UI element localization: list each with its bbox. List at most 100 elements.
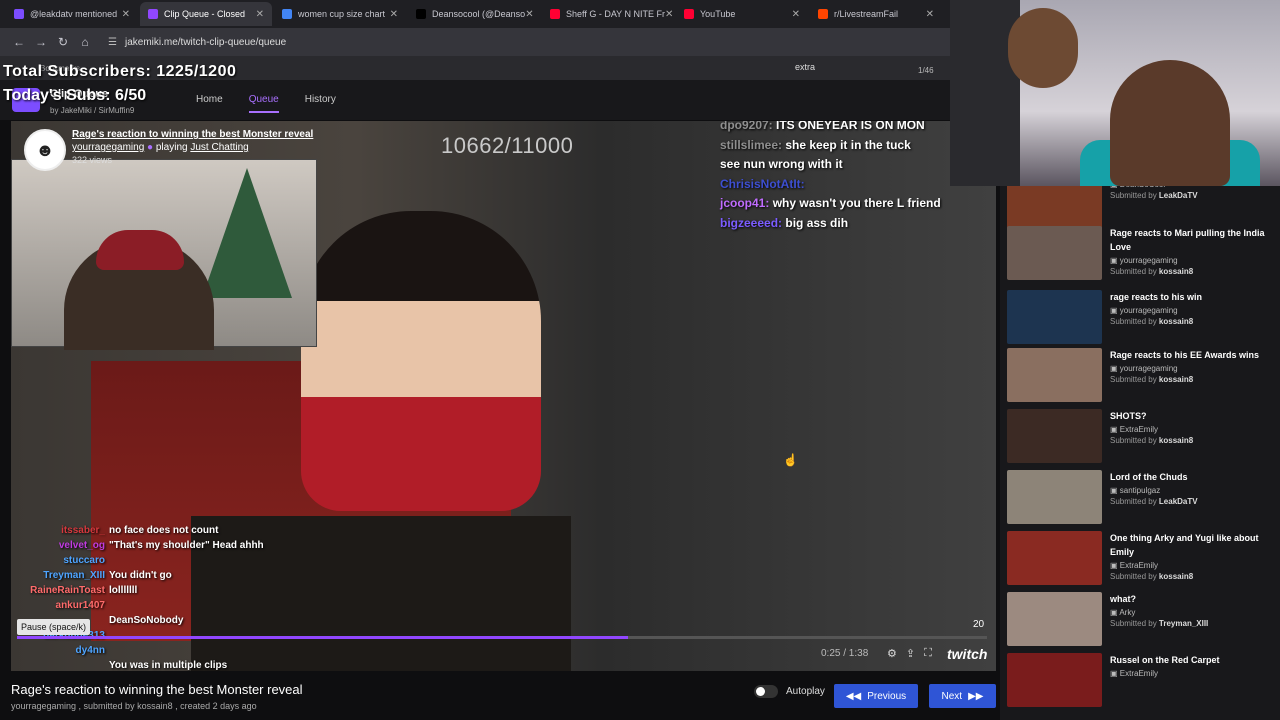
site-info-icon[interactable]: ☰ xyxy=(108,37,117,48)
tab-close-icon[interactable]: ✕ xyxy=(926,9,934,20)
queue-item[interactable]: Rage reacts to his EE Awards wins ▣ yourr… xyxy=(1007,348,1277,406)
queue-thumbnail[interactable] xyxy=(1007,531,1102,585)
tab-label: @leakdatv mentioned xyxy=(30,9,118,19)
autoplay-switch[interactable] xyxy=(754,685,778,698)
queue-item-title: Rage reacts to his EE Awards wins xyxy=(1110,350,1260,360)
queue-item[interactable]: Russel on the Red Carpet ▣ ExtraEmily xyxy=(1007,653,1277,711)
chat-message: ChrisisNotAtIt: xyxy=(720,175,941,195)
browser-tab[interactable]: Clip Queue - Closed ✕ xyxy=(140,2,272,26)
browser-tab[interactable]: Deansocool (@Deanso ✕ xyxy=(408,2,540,26)
chat-username[interactable]: velvet_og xyxy=(11,538,105,553)
settings-icon[interactable]: ⚙ xyxy=(887,647,897,660)
browser-tab[interactable]: Sheff G - DAY N NITE Fr ✕ xyxy=(542,2,674,26)
tab-close-icon[interactable]: ✕ xyxy=(390,9,398,20)
chat-username[interactable]: ankur1407 xyxy=(11,598,105,613)
previous-button[interactable]: ◀◀ Previous xyxy=(834,684,918,708)
webcam-wall-panel xyxy=(950,0,1020,186)
nav-home[interactable]: Home xyxy=(196,94,223,113)
next-button[interactable]: Next ▶▶ xyxy=(929,684,996,708)
verified-icon: ● xyxy=(147,142,154,153)
twitch-logo[interactable]: twitch xyxy=(947,646,987,662)
clip-header: ☻ Rage's reaction to winning the best Mo… xyxy=(24,129,313,171)
queue-thumbnail[interactable] xyxy=(1007,470,1102,524)
browser-tab[interactable]: women cup size chart ✕ xyxy=(274,2,406,26)
fullscreen-icon[interactable]: ⛶ xyxy=(924,647,932,660)
tab-close-icon[interactable]: ✕ xyxy=(256,9,264,20)
browser-tab[interactable]: r/LivestreamFail ✕ xyxy=(810,2,942,26)
queue-item-channel: ▣ yourragegaming xyxy=(1110,364,1178,373)
next-icon: ▶▶ xyxy=(968,690,984,702)
seek-bar[interactable] xyxy=(17,636,987,639)
chat-username[interactable]: Treyman_XIII xyxy=(11,568,105,583)
home-icon[interactable]: ⌂ xyxy=(74,35,96,49)
clip-title-link[interactable]: Rage's reaction to winning the best Mons… xyxy=(72,129,313,140)
clip-game-link[interactable]: Just Chatting xyxy=(190,142,248,153)
tab-label: Sheff G - DAY N NITE Fr xyxy=(566,9,666,19)
clip-channel-link[interactable]: yourragegaming xyxy=(72,142,144,153)
share-icon[interactable]: ⇪ xyxy=(906,647,915,660)
queue-item[interactable]: rage reacts to his win ▣ yourragegaming Su… xyxy=(1007,290,1277,348)
site-nav: Home Queue History xyxy=(196,94,336,113)
forward-icon[interactable]: → xyxy=(30,35,52,49)
url-field[interactable]: ☰ jakemiki.me/twitch-clip-queue/queue xyxy=(108,37,286,48)
reload-icon[interactable]: ↻ xyxy=(52,35,74,49)
queue-item-submitter: Submitted by kossain8 xyxy=(1110,572,1194,581)
chat-username[interactable]: ChrisisNotAtIt: xyxy=(720,177,805,191)
nav-history[interactable]: History xyxy=(305,94,336,113)
tab-label: Clip Queue - Closed xyxy=(164,9,246,19)
back-icon[interactable]: ← xyxy=(8,35,30,49)
chat-username[interactable]: dy4nn xyxy=(11,643,105,658)
browser-tab[interactable]: YouTube ✕ xyxy=(676,2,808,26)
clip-player[interactable]: ☻ Rage's reaction to winning the best Mo… xyxy=(11,121,996,671)
chat-username[interactable]: stuccaro xyxy=(11,553,105,568)
tab-favicon-icon xyxy=(14,9,24,19)
url-text: jakemiki.me/twitch-clip-queue/queue xyxy=(124,36,287,48)
tab-close-icon[interactable]: ✕ xyxy=(525,9,533,20)
browser-tab[interactable]: @leakdatv mentioned ✕ xyxy=(6,2,138,26)
author-jakemiki[interactable]: JakeMiki xyxy=(61,106,92,115)
chat-username[interactable] xyxy=(11,658,105,671)
queue-thumbnail[interactable] xyxy=(1007,592,1102,646)
chat-username[interactable]: RaineRainToast xyxy=(11,583,105,598)
queue-item[interactable]: what? ▣ Arky Submitted by Treyman_XIII xyxy=(1007,592,1277,650)
sub-goal-counter: 10662/11000 xyxy=(441,133,574,158)
chat-username[interactable]: stillslimee: xyxy=(720,138,785,152)
tab-favicon-icon xyxy=(148,9,158,19)
queue-item[interactable]: Lord of the Chuds ▣ santipulgaz Submitted … xyxy=(1007,470,1277,528)
nav-queue[interactable]: Queue xyxy=(248,94,279,113)
chat-text: no face does not count xyxy=(109,525,219,536)
chat-overlay-bottom: itssaber_ no face does not count velvet_og… xyxy=(11,523,264,671)
author-sirmuffin[interactable]: SirMuffin9 xyxy=(98,106,134,115)
queue-thumbnail[interactable] xyxy=(1007,409,1102,463)
tab-close-icon[interactable]: ✕ xyxy=(665,9,673,20)
extra-label: extra xyxy=(795,62,816,72)
queue-item-channel: ▣ yourragegaming xyxy=(1110,306,1178,315)
queue-item[interactable]: SHOTS? ▣ ExtraEmily Submitted by kossain8 xyxy=(1007,409,1277,467)
queue-thumbnail[interactable] xyxy=(1007,290,1102,344)
queue-item-title: Lord of the Chuds xyxy=(1110,472,1188,482)
autoplay-toggle[interactable]: Autoplay xyxy=(754,685,825,698)
video-speaker xyxy=(301,211,541,511)
queue-item[interactable]: One thing Arky and Yugi like about Emily… xyxy=(1007,531,1277,589)
chat-username[interactable]: jcoop41: xyxy=(720,196,773,210)
tab-label: YouTube xyxy=(700,9,736,19)
queue-item-title: One thing Arky and Yugi like about Emily xyxy=(1110,533,1259,557)
queue-item[interactable]: Rage reacts to Mari pulling the India Lo… xyxy=(1007,226,1277,284)
queue-item-channel: ▣ ExtraEmily xyxy=(1110,561,1159,570)
tab-close-icon[interactable]: ✕ xyxy=(792,9,800,20)
channel-avatar[interactable]: ☻ xyxy=(24,129,66,171)
queue-thumbnail[interactable] xyxy=(1007,226,1102,280)
chat-username[interactable]: dpo9207: xyxy=(720,121,776,132)
queue-item-title: Russel on the Red Carpet xyxy=(1110,655,1220,665)
webcam-plush-bear xyxy=(1008,8,1078,88)
chat-message: bigzeeeed: big ass dih xyxy=(720,214,941,234)
tab-close-icon[interactable]: ✕ xyxy=(122,9,130,20)
autoplay-label: Autoplay xyxy=(786,686,825,697)
chat-username[interactable]: itssaber_ xyxy=(11,523,105,538)
queue-thumbnail[interactable] xyxy=(1007,653,1102,707)
chat-username[interactable]: bigzeeeed: xyxy=(720,216,785,230)
queue-item-submitter: Submitted by kossain8 xyxy=(1110,375,1194,384)
current-clip-title: Rage's reaction to winning the best Mons… xyxy=(11,682,303,697)
queue-thumbnail[interactable] xyxy=(1007,348,1102,402)
chat-text: ITS ONEYEAR IS ON MON xyxy=(776,121,925,132)
